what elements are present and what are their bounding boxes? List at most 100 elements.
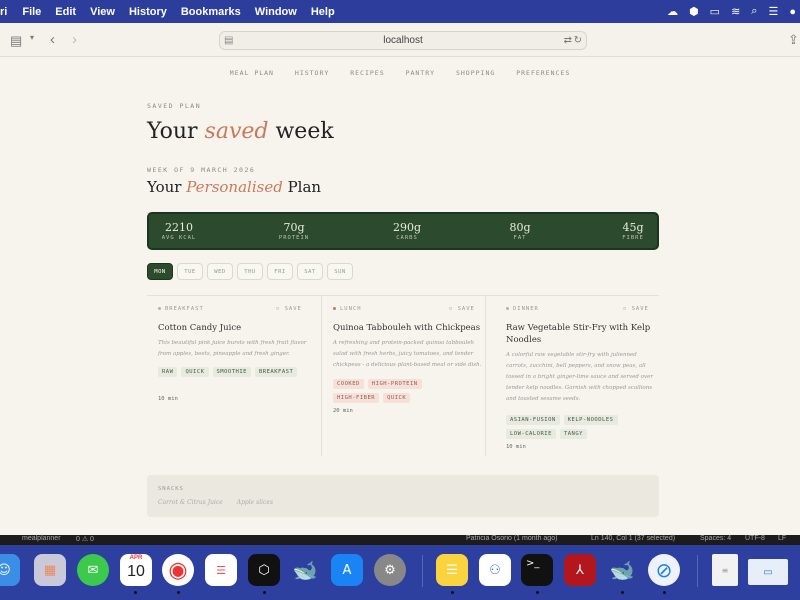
meal-card-dinner[interactable]: DINNER ▫ SAVE Raw Vegetable Stir-Fry wit… <box>485 296 659 456</box>
meal-time: 10 min <box>158 396 178 402</box>
meal-description-line: A colorful raw vegetable stir-fry with j… <box>506 352 637 358</box>
spotlight-search-icon[interactable]: ⌕ <box>751 5 757 18</box>
back-arrow-icon[interactable]: ‹ <box>50 31 55 48</box>
dock-docker-desktop[interactable]: 🐋 <box>606 554 638 586</box>
dock-cursor[interactable]: ⬡ <box>248 554 280 586</box>
day-tab-fri[interactable]: FRI <box>267 263 293 280</box>
status-encoding[interactable]: UTF-8 <box>745 535 765 542</box>
forward-arrow-icon[interactable]: › <box>72 31 77 48</box>
cube-icon[interactable]: ⬢ <box>689 5 699 18</box>
dock-safari[interactable]: ⊘ <box>648 554 680 586</box>
top-nav: MEAL PLAN HISTORY RECIPES PANTRY SHOPPIN… <box>0 69 800 77</box>
dock-docker[interactable]: 🐋 <box>289 554 321 586</box>
meals-grid: BREAKFAST ▫ SAVE Cotton Candy Juice This… <box>147 295 659 456</box>
dock-app-store[interactable]: A <box>331 554 363 586</box>
dock-calendar[interactable]: APR 10 <box>120 554 152 586</box>
snack-item[interactable]: Carrot & Citrus Juice <box>158 499 223 506</box>
day-tab-wed[interactable]: WED <box>207 263 233 280</box>
snacks-items: Carrot & Citrus Juice Apple slices <box>158 499 285 506</box>
dock-terminal[interactable]: >_ <box>521 554 553 586</box>
day-tab-thu[interactable]: THU <box>237 263 263 280</box>
day-tab-tue[interactable]: TUE <box>177 263 203 280</box>
app-store-icon: A <box>342 562 352 578</box>
meal-card-lunch[interactable]: LUNCH ▫ SAVE Quinoa Tabbouleh with Chick… <box>321 296 486 456</box>
dock-window-thumbnail[interactable]: ▭ <box>748 559 788 585</box>
running-indicator <box>263 591 266 594</box>
nav-history[interactable]: HISTORY <box>295 69 329 77</box>
reload-icon[interactable]: ↻ <box>574 35 582 46</box>
dock-acrobat[interactable]: ⅄ <box>564 554 596 586</box>
status-eol[interactable]: LF <box>778 535 786 542</box>
dock-chrome[interactable]: ◉ <box>162 554 194 586</box>
save-label: SAVE <box>284 306 302 312</box>
meal-card-breakfast[interactable]: BREAKFAST ▫ SAVE Cotton Candy Juice This… <box>147 296 317 456</box>
dock-document-preview[interactable]: ≡ <box>712 554 738 586</box>
compass-icon: ⊘ <box>655 558 673 582</box>
plan-subtitle: Your Personalised Plan <box>147 178 321 196</box>
meal-title[interactable]: Raw Vegetable Stir-Fry with Kelp Noodles <box>506 322 654 346</box>
running-indicator <box>663 591 666 594</box>
dock-launchpad[interactable]: ▦ <box>34 554 66 586</box>
day-tab-sat[interactable]: SAT <box>297 263 323 280</box>
menu-history[interactable]: History <box>122 6 174 18</box>
menu-bookmarks[interactable]: Bookmarks <box>174 6 248 18</box>
status-cursor-position[interactable]: Ln 140, Col 1 (37 selected) <box>591 535 675 542</box>
menu-window[interactable]: Window <box>248 6 304 18</box>
translate-icon[interactable]: ⇄ <box>564 35 572 46</box>
status-git-blame[interactable]: Patricia Osorio (1 month ago) <box>466 535 557 542</box>
day-tab-sun[interactable]: SUN <box>327 263 353 280</box>
status-problems[interactable]: 0 ⚠ 0 <box>76 535 94 543</box>
sidebar-toggle-icon[interactable]: ▤ <box>10 33 22 49</box>
docker-whale-icon: 🐋 <box>292 558 318 582</box>
snack-item[interactable]: Apple slices <box>237 499 273 506</box>
save-button[interactable]: ▫ SAVE <box>623 306 649 312</box>
meal-title[interactable]: Quinoa Tabbouleh with Chickpeas <box>333 322 483 334</box>
page-menu-icon[interactable]: ▤ <box>224 35 233 46</box>
nav-recipes[interactable]: RECIPES <box>350 69 384 77</box>
dock-reminders[interactable]: ☰ <box>205 554 237 586</box>
status-indentation[interactable]: Spaces: 4 <box>700 535 731 542</box>
bookmark-icon: ▫ <box>276 306 281 312</box>
dock-separator <box>697 555 698 587</box>
save-button[interactable]: ▫ SAVE <box>276 306 302 312</box>
meal-description-line: and toasted sesame seeds. <box>506 396 581 402</box>
stat-protein-label: PROTEIN <box>278 235 310 241</box>
running-indicator <box>536 591 539 594</box>
nav-meal-plan[interactable]: MEAL PLAN <box>230 69 274 77</box>
address-bar[interactable]: ▤ localhost ⇄ ↻ <box>219 31 587 50</box>
meal-category-label: DINNER <box>513 306 539 312</box>
menu-edit[interactable]: Edit <box>48 6 83 18</box>
dock-teams[interactable]: ⚇ <box>479 554 511 586</box>
dock-system-settings[interactable]: ⚙ <box>374 554 406 586</box>
menu-app-name[interactable]: ri <box>0 6 15 18</box>
menubar-status-icons: ☁ ⬢ ▭ ≋ ⌕ ☰ ● <box>656 0 800 23</box>
nav-pantry[interactable]: PANTRY <box>406 69 435 77</box>
meal-description: This beautiful pink juice bursts with fr… <box>158 338 318 360</box>
plan-subtitle-accent: Personalised <box>186 178 283 196</box>
menu-help[interactable]: Help <box>304 6 342 18</box>
terminal-icon: >_ <box>526 558 540 569</box>
menu-view[interactable]: View <box>83 6 122 18</box>
tag: HIGH-PROTEIN <box>367 379 422 389</box>
battery-icon[interactable]: ▭ <box>710 5 720 18</box>
siri-icon[interactable]: ● <box>789 6 796 18</box>
nav-shopping[interactable]: SHOPPING <box>456 69 495 77</box>
dock-finder[interactable]: ☺ <box>0 554 20 586</box>
meal-title[interactable]: Cotton Candy Juice <box>158 322 313 334</box>
nutrition-stats-bar: 2210 AVG KCAL 70g PROTEIN 290g CARBS 80g… <box>147 212 659 250</box>
share-icon[interactable]: ⇪ <box>788 32 799 48</box>
dock-notes[interactable]: ☰ <box>436 554 468 586</box>
creative-cloud-icon[interactable]: ☁ <box>667 5 678 18</box>
day-tab-mon[interactable]: MON <box>147 263 173 280</box>
calendar-month: APR <box>129 555 143 561</box>
status-project[interactable]: mealplanner <box>22 535 61 542</box>
control-center-icon[interactable]: ☰ <box>768 5 778 18</box>
dock-messages[interactable]: ✉ <box>77 554 109 586</box>
nav-preferences[interactable]: PREFERENCES <box>516 69 570 77</box>
wifi-icon[interactable]: ≋ <box>731 5 740 18</box>
editor-status-bar: mealplanner 0 ⚠ 0 Patricia Osorio (1 mon… <box>0 535 800 545</box>
menu-file[interactable]: File <box>15 6 48 18</box>
save-button[interactable]: ▫ SAVE <box>449 306 475 312</box>
chevron-down-icon[interactable]: ▾ <box>30 33 34 42</box>
tag: RAW <box>158 367 178 377</box>
